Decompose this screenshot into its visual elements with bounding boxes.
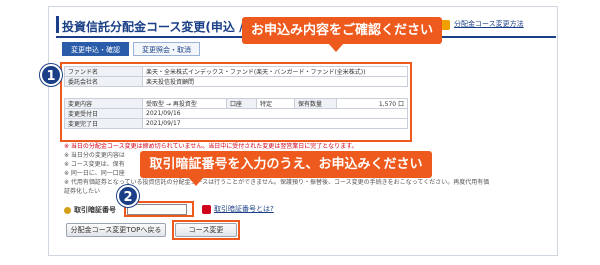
password-label: 取引暗証番号 [74,206,116,214]
company-label: 委託会社名 [64,76,143,87]
holding-label: 保有数量 [294,98,337,109]
change-info-table: 変更内容 受取型 → 再投資型 口座 特定 保有数量 1,570 口 変更受付日… [64,98,408,129]
password-callout: 取引暗証番号を入力のうえ、お申込みください [140,151,432,186]
table-row: 変更完了日 2021/09/17 [64,118,408,129]
password-row: 取引暗証番号 取引暗証番号とは? [64,204,274,216]
content-value: 受取型 → 再投資型 [142,98,227,109]
account-value: 特定 [256,98,295,109]
fund-name-label: ファンド名 [64,66,143,77]
tab-apply-confirm[interactable]: 変更申込・確認 [62,42,129,56]
key-icon [64,206,71,214]
note-line: ※ 代用有価証券となっている投資信託の分配金コースは行うことができません。保護預… [64,179,490,186]
step-1-badge: 1 [40,64,62,86]
table-row: ファンド名 楽天・全米株式インデックス・ファンド(楽天・バンガード・ファンド(全… [64,66,408,77]
tab-bar: 変更申込・確認 変更照会・取消 [62,42,200,56]
account-label: 口座 [226,98,257,109]
table-row: 委託会社名 楽天投信投資顧問 [64,76,408,87]
completed-value: 2021/09/17 [142,118,408,129]
fund-name-value: 楽天・全米株式インデックス・ファンド(楽天・バンガード・ファンド(全米株式)) [142,66,408,77]
company-value: 楽天投信投資顧問 [142,76,408,87]
step-2-badge: 2 [117,185,139,207]
title-accent-bar [56,16,59,33]
course-change-method-link[interactable]: 分配金コース変更方法 [454,19,524,29]
note-line: ※ 当日の分配金コース変更は締め切られていません。当日中に受付された変更は翌営業… [64,143,358,150]
completed-label: 変更完了日 [64,118,143,129]
password-help-link[interactable]: 取引暗証番号とは? [214,204,274,214]
table-row: 変更受付日 2021/09/16 [64,108,408,119]
holding-value: 1,570 口 [336,98,408,109]
accepted-value: 2021/09/16 [142,108,408,119]
tab-inquiry-cancel[interactable]: 変更照会・取消 [133,42,200,56]
table-row: 変更内容 受取型 → 再投資型 口座 特定 保有数量 1,570 口 [64,98,408,109]
back-to-top-button[interactable]: 分配金コース変更TOPへ戻る [66,223,166,237]
question-icon [202,205,211,214]
confirm-callout: お申込み内容をご確認ください [242,17,442,52]
page-title: 投資信託分配金コース変更(申込 / 確認 [62,20,272,34]
fund-info-table: ファンド名 楽天・全米株式インデックス・ファンド(楽天・バンガード・ファンド(全… [64,66,408,87]
course-change-button[interactable]: コース変更 [175,223,237,237]
content-label: 変更内容 [64,98,143,109]
accepted-label: 変更受付日 [64,108,143,119]
